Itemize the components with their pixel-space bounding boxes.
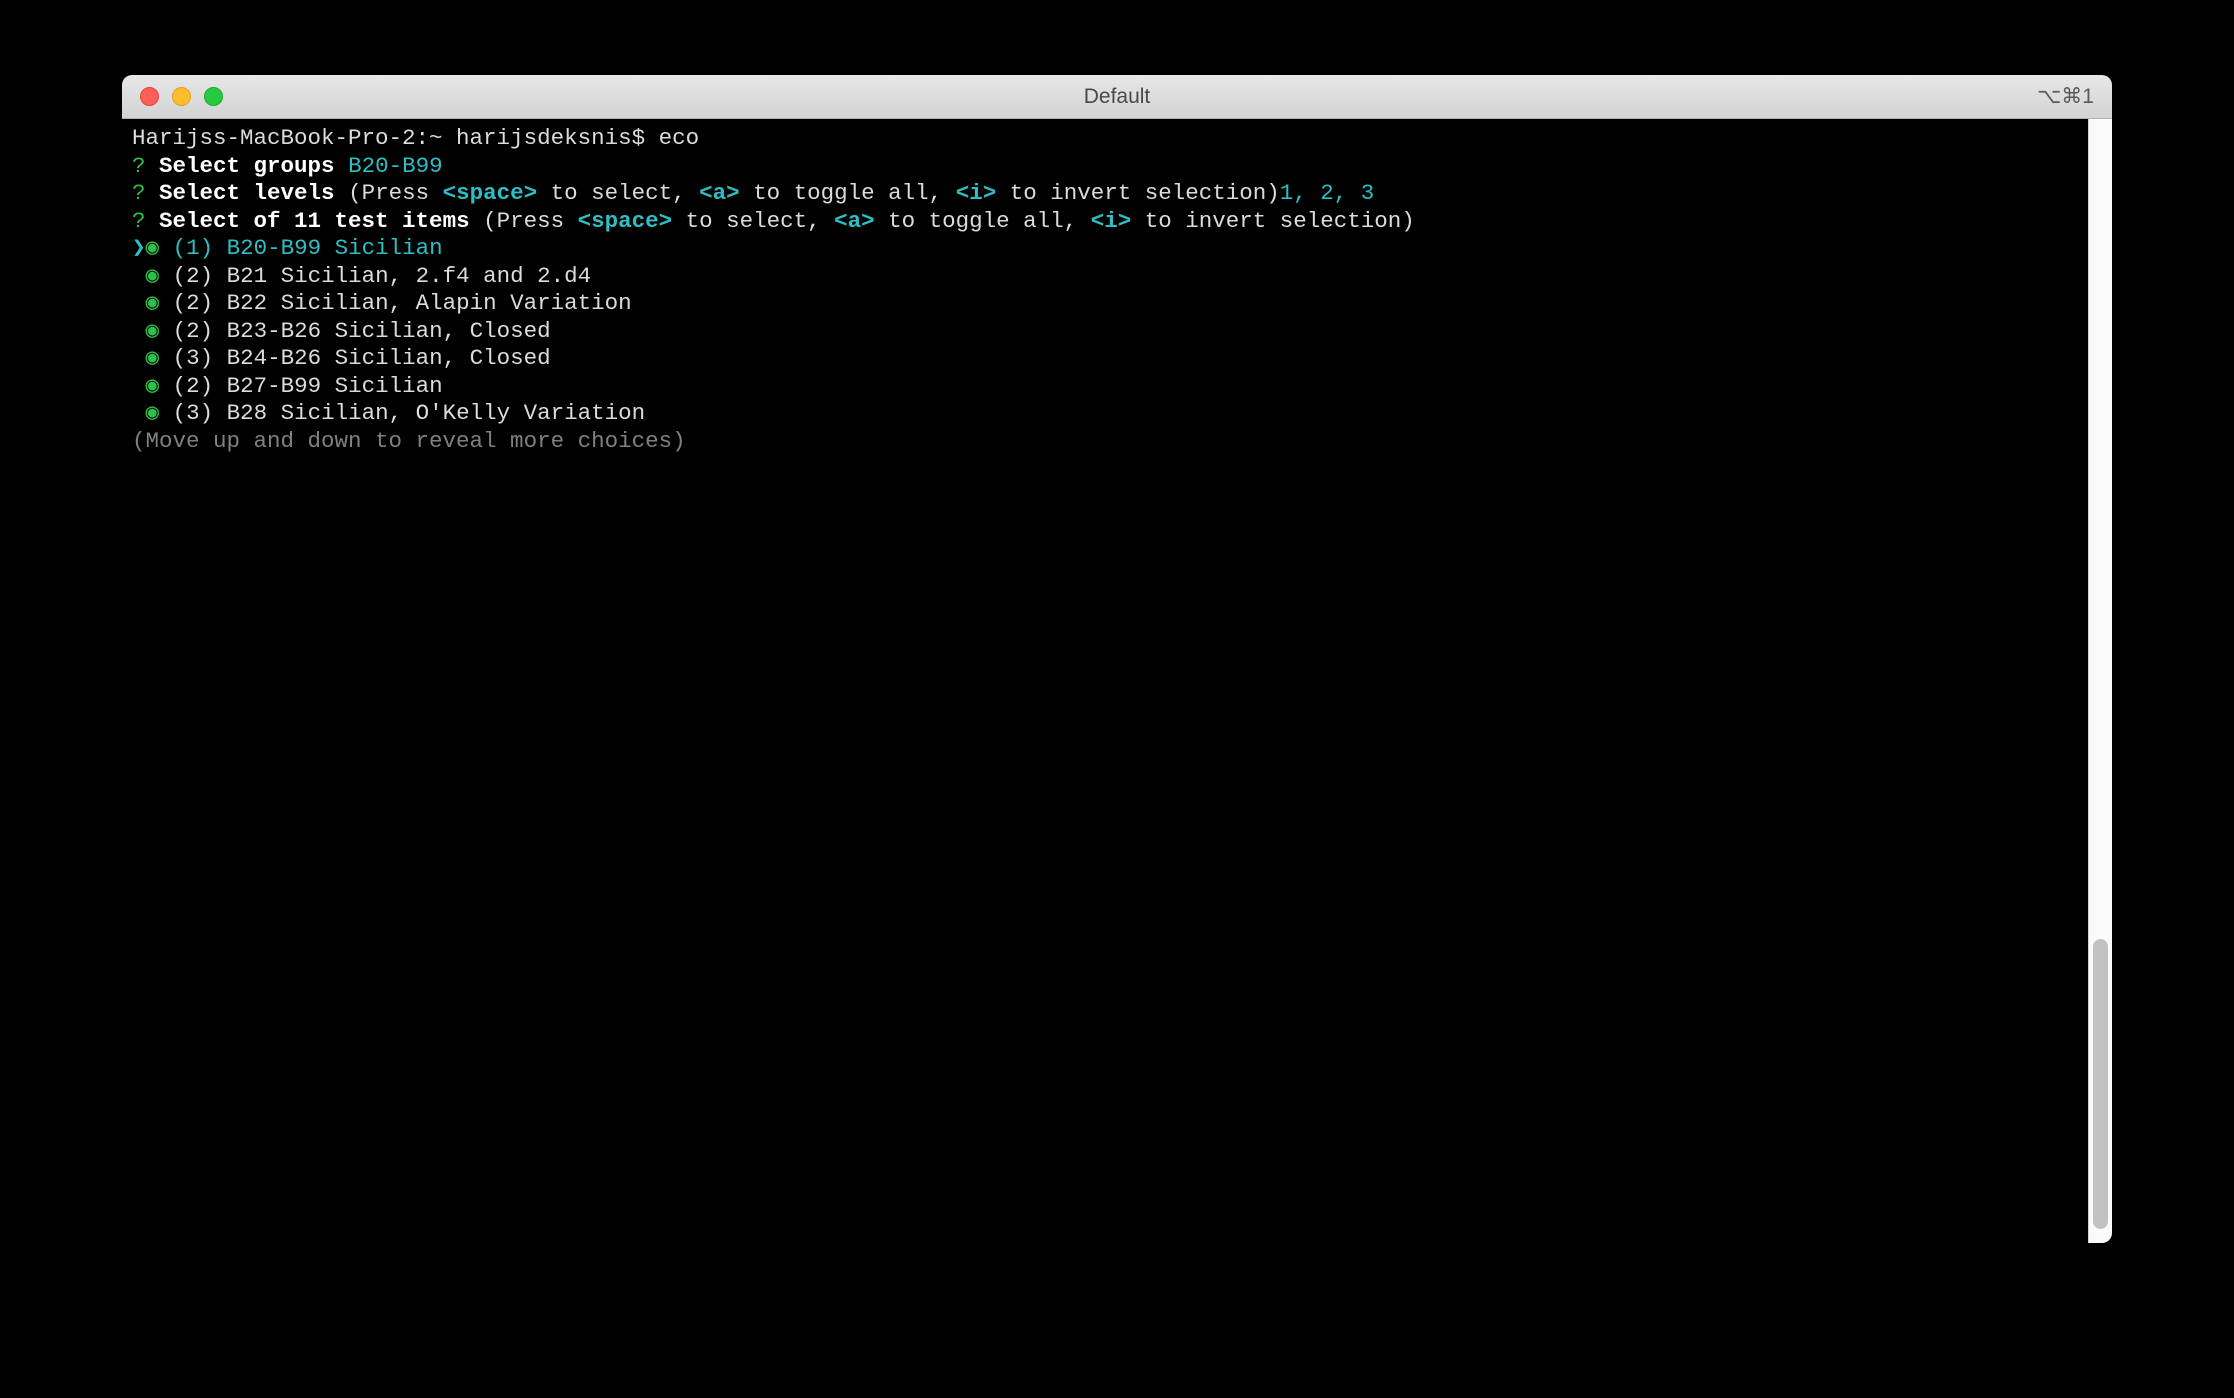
zoom-icon[interactable] [204, 87, 223, 106]
q3-hint: to invert selection) [1131, 208, 1415, 234]
key-space: <space> [578, 208, 673, 234]
radio-selected-icon[interactable]: ◉ [146, 290, 160, 316]
radio-selected-icon[interactable]: ◉ [146, 400, 160, 426]
cursor-arrow-icon: ❯ [132, 235, 146, 261]
key-a: <a> [834, 208, 875, 234]
key-i: <i> [1091, 208, 1132, 234]
list-item[interactable]: (1) B20-B99 Sicilian [159, 235, 443, 261]
scrollbar[interactable] [2088, 119, 2112, 1243]
list-item[interactable]: (2) B21 Sicilian, 2.f4 and 2.d4 [159, 263, 591, 289]
terminal-output[interactable]: Harijss-MacBook-Pro-2:~ harijsdeksnis$ e… [122, 119, 2088, 1243]
q1-label: Select groups [146, 153, 349, 179]
terminal-window: Default ⌥⌘1 Harijss-MacBook-Pro-2:~ hari… [122, 75, 2112, 1243]
key-space: <space> [443, 180, 538, 206]
prompt-host: Harijss-MacBook-Pro-2:~ harijsdeksnis$ [132, 125, 659, 151]
close-icon[interactable] [140, 87, 159, 106]
radio-selected-icon[interactable]: ◉ [146, 235, 160, 261]
footer-hint: (Move up and down to reveal more choices… [132, 428, 686, 454]
list-item[interactable]: (2) B27-B99 Sicilian [159, 373, 443, 399]
scrollbar-thumb[interactable] [2093, 939, 2108, 1229]
q2-hint: to select, [537, 180, 699, 206]
q2-hint: to toggle all, [740, 180, 956, 206]
terminal-area: Harijss-MacBook-Pro-2:~ harijsdeksnis$ e… [122, 119, 2112, 1243]
q2-hint: (Press [348, 180, 443, 206]
radio-selected-icon[interactable]: ◉ [146, 263, 160, 289]
titlebar[interactable]: Default ⌥⌘1 [122, 75, 2112, 119]
window-title: Default [122, 85, 2112, 109]
list-item[interactable]: (3) B28 Sicilian, O'Kelly Variation [159, 400, 645, 426]
q3-hint: to toggle all, [875, 208, 1091, 234]
traffic-lights [122, 87, 223, 106]
q3-hint: (Press [483, 208, 578, 234]
q2-label: Select levels [146, 180, 349, 206]
question-mark-icon: ? [132, 208, 146, 234]
window-shortcut: ⌥⌘1 [2037, 84, 2094, 109]
radio-selected-icon[interactable]: ◉ [146, 373, 160, 399]
list-item[interactable]: (2) B22 Sicilian, Alapin Variation [159, 290, 632, 316]
key-a: <a> [699, 180, 740, 206]
q3-label: Select of 11 test items [146, 208, 484, 234]
q3-hint: to select, [672, 208, 834, 234]
q2-hint: to invert selection) [996, 180, 1280, 206]
key-i: <i> [956, 180, 997, 206]
question-mark-icon: ? [132, 180, 146, 206]
minimize-icon[interactable] [172, 87, 191, 106]
radio-selected-icon[interactable]: ◉ [146, 345, 160, 371]
list-item[interactable]: (2) B23-B26 Sicilian, Closed [159, 318, 551, 344]
prompt-command: eco [659, 125, 700, 151]
q2-answer: 1, 2, 3 [1280, 180, 1375, 206]
list-item[interactable]: (3) B24-B26 Sicilian, Closed [159, 345, 551, 371]
question-mark-icon: ? [132, 153, 146, 179]
q1-answer: B20-B99 [348, 153, 443, 179]
radio-selected-icon[interactable]: ◉ [146, 318, 160, 344]
